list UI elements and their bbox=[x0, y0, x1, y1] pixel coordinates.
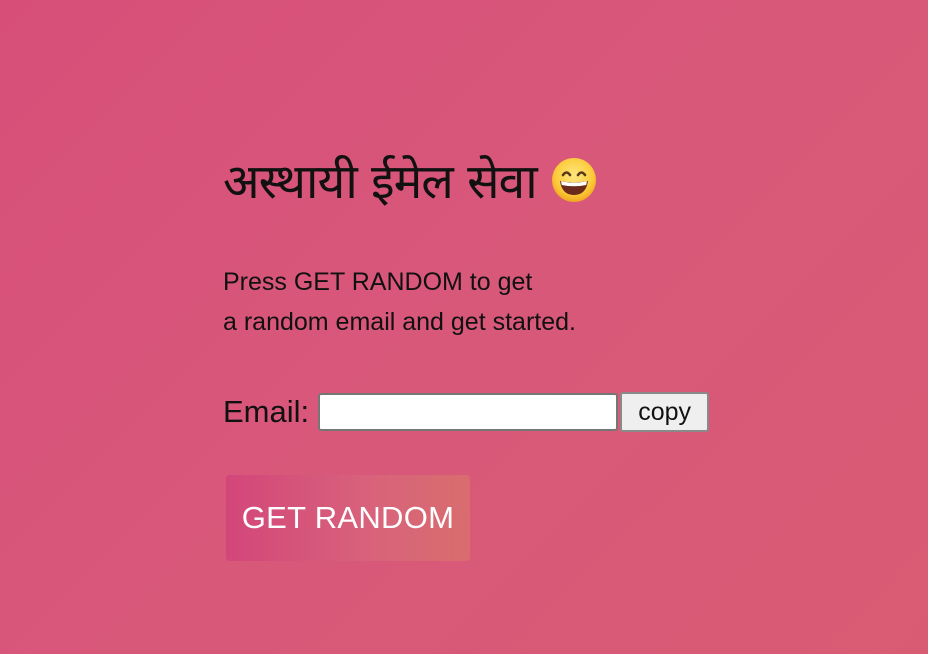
intro-text: Press GET RANDOM to get a random email a… bbox=[223, 262, 823, 342]
main-panel: अस्थायी ईमेल सेवा Press GET RANDOM to ge… bbox=[223, 150, 823, 561]
title-row: अस्थायी ईमेल सेवा bbox=[223, 150, 823, 210]
intro-line-1: Press GET RANDOM to get bbox=[223, 268, 533, 296]
get-random-button[interactable]: GET RANDOM bbox=[226, 475, 470, 561]
email-field[interactable] bbox=[318, 393, 619, 431]
page-title: अस्थायी ईमेल सेवा bbox=[223, 153, 538, 210]
copy-button[interactable]: copy bbox=[620, 392, 710, 432]
grinning-face-icon bbox=[551, 157, 597, 203]
email-row: Email: copy bbox=[223, 392, 823, 432]
email-label: Email: bbox=[223, 394, 310, 429]
intro-line-2: a random email and get started. bbox=[223, 308, 576, 336]
